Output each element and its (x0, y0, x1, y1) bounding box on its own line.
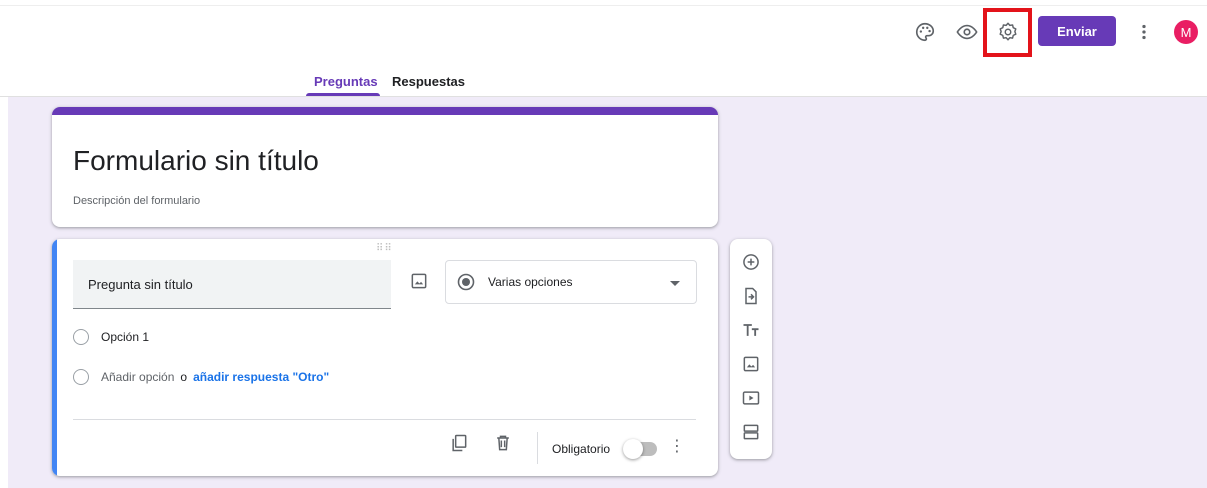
form-canvas: Formulario sin título Descripción del fo… (8, 97, 1207, 488)
form-header-card[interactable]: Formulario sin título Descripción del fo… (52, 107, 718, 227)
add-image-icon[interactable] (409, 271, 429, 291)
add-image-icon[interactable] (740, 353, 762, 375)
form-title[interactable]: Formulario sin título (73, 145, 319, 177)
card-footer-divider (73, 419, 696, 420)
theme-strip (52, 107, 718, 115)
eye-icon[interactable] (950, 15, 984, 49)
required-label: Obligatorio (552, 442, 611, 456)
import-questions-icon[interactable] (740, 285, 762, 307)
or-text: o (180, 370, 188, 384)
add-video-icon[interactable] (740, 387, 762, 409)
question-type-label: Varias opciones (488, 275, 573, 289)
palette-icon[interactable] (908, 15, 942, 49)
gear-highlight (983, 8, 1032, 57)
question-title-input[interactable]: Pregunta sin título (73, 260, 391, 309)
top-bar: Enviar M Preguntas Respuestas (0, 0, 1207, 97)
chevron-down-icon (670, 281, 680, 286)
question-title-text: Pregunta sin título (88, 277, 193, 292)
option-row: Opción 1 (73, 327, 149, 347)
side-toolbar (730, 239, 772, 459)
top-divider (0, 5, 1207, 6)
add-section-icon[interactable] (740, 421, 762, 443)
active-card-indicator (52, 239, 57, 476)
question-card[interactable]: ⠿⠿ Pregunta sin título Varias opciones O… (52, 239, 718, 476)
active-tab-indicator (306, 93, 380, 96)
more-vert-icon[interactable] (1127, 15, 1161, 49)
footer-divider (537, 432, 538, 464)
add-other-link[interactable]: añadir respuesta "Otro" (193, 370, 329, 384)
radio-button-checked-icon (457, 273, 475, 291)
required-toggle[interactable] (623, 439, 657, 459)
add-option-link[interactable]: Añadir opción (101, 370, 174, 384)
trash-icon[interactable] (493, 433, 513, 453)
form-description[interactable]: Descripción del formulario (73, 195, 200, 207)
radio-empty-icon (73, 329, 89, 345)
tab-preguntas[interactable]: Preguntas (314, 74, 378, 89)
duplicate-icon[interactable] (449, 433, 469, 453)
radio-empty-icon (73, 369, 89, 385)
tab-respuestas[interactable]: Respuestas (392, 74, 465, 89)
option-label[interactable]: Opción 1 (101, 330, 149, 344)
drag-handle-icon[interactable]: ⠿⠿ (376, 243, 393, 254)
add-title-icon[interactable] (740, 319, 762, 341)
toggle-knob (623, 439, 643, 459)
add-option-row: Añadir opción o añadir respuesta "Otro" (73, 367, 329, 387)
more-options-icon[interactable]: ⋮ (669, 439, 685, 455)
add-question-icon[interactable] (740, 251, 762, 273)
question-type-select[interactable]: Varias opciones (445, 260, 697, 304)
send-button[interactable]: Enviar (1038, 16, 1116, 46)
avatar[interactable]: M (1174, 20, 1198, 44)
